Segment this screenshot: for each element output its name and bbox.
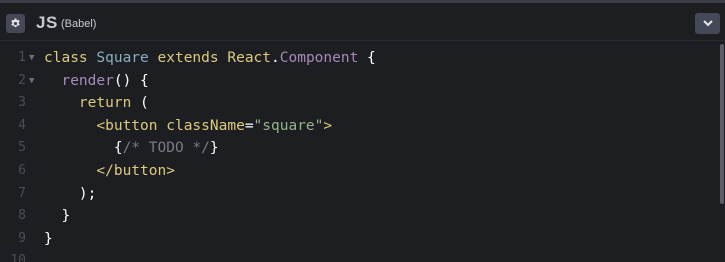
line-number: 4 [18,117,26,133]
line-number: 9 [18,230,26,246]
gear-icon [11,18,20,28]
code-text: </button> [44,160,175,182]
code-text: <button className="square"> [44,115,332,137]
settings-button[interactable] [6,14,25,33]
code-line[interactable]: 5 {/* TODO */} [0,137,720,159]
code-line[interactable]: 2 ▼ render() { [0,70,720,92]
code-text: return ( [44,92,149,114]
code-token: className [166,117,245,134]
code-token: ( [131,95,149,112]
code-token: Square [96,50,149,66]
code-token: React [227,50,272,66]
line-number: 10 [10,253,26,262]
code-token: </button> [96,163,175,179]
code-text: render() { [44,70,149,92]
code-text: {/* TODO */} [44,137,219,159]
js-editor-panel: JS (Babel) 1 ▼ class Square extends React.… [0,0,725,262]
line-number: 3 [18,95,26,111]
line-number: 6 [18,163,26,178]
code-token: <button [96,117,158,134]
code-line[interactable]: 1 ▼ class Square extends React.Component { [0,47,720,69]
code-token: { [358,50,376,66]
scrollbar-thumb[interactable] [720,44,724,204]
editor-header: JS (Babel) [0,6,725,41]
code-text: } [44,205,70,227]
code-token: render [61,72,114,89]
code-line[interactable]: 10 [0,250,720,262]
code-token: } [44,230,53,247]
code-line[interactable]: 3 return ( [0,92,720,114]
line-number: 2 [18,72,26,88]
fold-arrow-icon[interactable]: ▼ [29,70,39,92]
code-token: } [209,140,219,157]
code-line[interactable]: 6 </button> [0,160,720,182]
line-number: 1 [18,50,26,65]
code-line[interactable]: 7 ); [0,183,720,205]
code-token: . [271,50,280,66]
code-text: class Square extends React.Component { [44,47,376,69]
code-text: ); [44,183,96,205]
code-token: = [244,117,254,134]
code-line[interactable]: 9} [0,228,720,250]
code-line[interactable]: 4 <button className="square"> [0,115,720,137]
code-token: extends [157,50,219,66]
code-text: } [44,228,53,250]
code-token: return [78,95,132,112]
code-token: () { [113,72,149,89]
code-token: Component [279,50,359,66]
code-token: /* TODO */ [122,140,210,157]
line-number: 8 [18,208,26,224]
code-token: } [44,208,71,225]
code-line[interactable]: 8 } [0,205,720,227]
code-token: ); [44,185,97,202]
language-label: JS [36,13,58,32]
line-number: 7 [18,185,26,201]
preprocessor-label: (Babel) [61,18,97,30]
fold-arrow-icon[interactable]: ▼ [29,47,39,69]
code-token: { [44,140,123,157]
editor-options-button[interactable] [695,13,720,34]
line-number: 5 [18,140,26,156]
code-token: > [323,117,333,134]
code-editor[interactable]: 1 ▼ class Square extends React.Component {… [0,47,725,262]
code-token: "square" [253,117,324,134]
chevron-down-icon [702,20,713,27]
code-token: class [44,50,88,66]
